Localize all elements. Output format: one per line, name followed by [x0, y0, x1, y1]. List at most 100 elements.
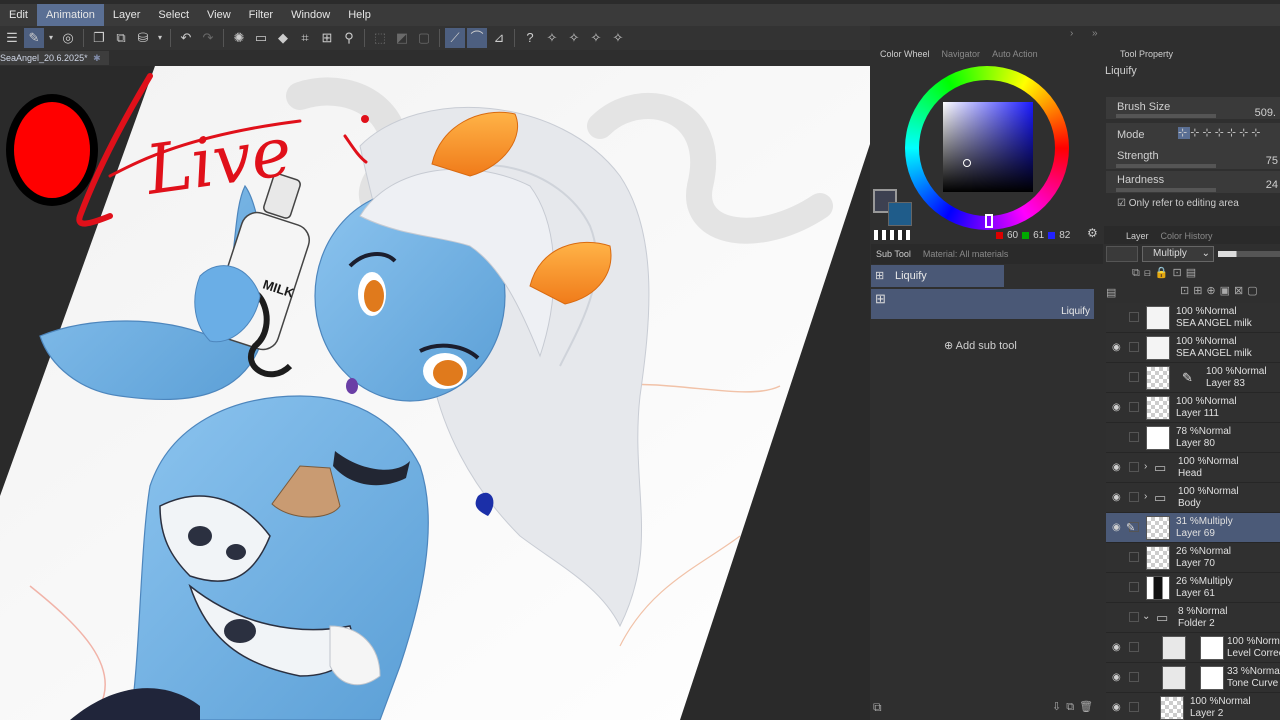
- visibility-eye-icon[interactable]: ◉: [1112, 522, 1124, 534]
- sub-color-swatch[interactable]: [888, 202, 912, 226]
- saturation-value-square[interactable]: [943, 102, 1033, 192]
- visibility-eye-icon[interactable]: ◉: [1112, 462, 1124, 474]
- hardness-slider[interactable]: [1116, 188, 1216, 192]
- tab-navigator[interactable]: Navigator: [942, 49, 981, 59]
- folder-expand-icon[interactable]: ›: [1144, 491, 1147, 502]
- menu-filter[interactable]: Filter: [240, 4, 282, 26]
- layer-lock-toggle[interactable]: [1129, 402, 1139, 412]
- layer-lock-toggle[interactable]: [1129, 312, 1139, 322]
- layer-lock-toggle[interactable]: [1129, 342, 1139, 352]
- deselect-icon[interactable]: ⬚: [370, 28, 390, 48]
- tab-tool-property[interactable]: Tool Property: [1120, 49, 1173, 59]
- menu-layer[interactable]: Layer: [104, 4, 150, 26]
- layer-lock-toggle[interactable]: [1129, 642, 1139, 652]
- layer-lock-toggle[interactable]: [1129, 612, 1139, 622]
- layer-row[interactable]: ◉ 100 %Normal Layer 2: [1106, 693, 1280, 720]
- layer-row[interactable]: 26 %Multiply Layer 61: [1106, 573, 1280, 603]
- layer-lock-toggle[interactable]: [1129, 492, 1139, 502]
- layer-row[interactable]: 100 %Normal SEA ANGEL milk: [1106, 303, 1280, 333]
- tab-layer[interactable]: Layer: [1126, 231, 1149, 241]
- visibility-eye-icon[interactable]: ◉: [1112, 702, 1124, 714]
- strength-slider[interactable]: [1116, 164, 1216, 168]
- layer-row[interactable]: ◉ › ▭ 100 %Normal Body: [1106, 483, 1280, 513]
- mode-icons[interactable]: ⊹⊹⊹⊹⊹⊹⊹: [1178, 126, 1264, 139]
- layer-panel-side-icon[interactable]: ▤: [1106, 286, 1116, 299]
- artwork-canvas[interactable]: MILK Live: [0, 66, 870, 720]
- sparkle-icon-2[interactable]: ✧: [564, 28, 584, 48]
- menu-animation[interactable]: Animation: [36, 4, 104, 26]
- brush-size-slider[interactable]: [1116, 114, 1216, 118]
- tab-material[interactable]: Material: All materials: [923, 249, 1009, 259]
- strength-row[interactable]: Strength 75: [1106, 147, 1280, 169]
- loading-icon[interactable]: ✺: [229, 28, 249, 48]
- help-icon[interactable]: ?: [520, 28, 540, 48]
- layer-property-icon[interactable]: [1106, 246, 1138, 262]
- subtool-group-liquify[interactable]: ⊞ Liquify: [871, 265, 1004, 287]
- subtool-bottom-icon[interactable]: ⧉: [873, 700, 882, 715]
- fill-bucket-icon[interactable]: ◆: [273, 28, 293, 48]
- transform-icon[interactable]: ⌗: [295, 28, 315, 48]
- layer-lock-toggle[interactable]: [1129, 702, 1139, 712]
- subtool-item-liquify[interactable]: ⊞ Liquify: [871, 289, 1094, 319]
- pen-tool-icon[interactable]: ✎: [24, 28, 44, 48]
- visibility-eye-icon[interactable]: ◉: [1112, 402, 1124, 414]
- copy-icon[interactable]: ⧉: [111, 28, 131, 48]
- undo-icon[interactable]: ↶: [176, 28, 196, 48]
- visibility-eye-icon[interactable]: [1112, 312, 1124, 324]
- selection-border-icon[interactable]: ▢: [414, 28, 434, 48]
- opacity-slider[interactable]: [1218, 251, 1280, 257]
- visibility-eye-icon[interactable]: ◉: [1112, 642, 1124, 654]
- visibility-eye-icon[interactable]: ◉: [1112, 492, 1124, 504]
- visibility-eye-icon[interactable]: [1112, 432, 1124, 444]
- hamburger-icon[interactable]: ☰: [2, 28, 22, 48]
- layer-row[interactable]: ◉ 31 %Multiply Layer 69 ✎: [1106, 513, 1280, 543]
- transparent-color-swatch[interactable]: [874, 230, 910, 240]
- menu-edit[interactable]: Edit: [0, 4, 37, 26]
- visibility-eye-icon[interactable]: [1112, 612, 1124, 624]
- clear-icon[interactable]: ▭: [251, 28, 271, 48]
- tab-auto-action[interactable]: Auto Action: [992, 49, 1038, 59]
- layer-row[interactable]: 78 %Normal Layer 80: [1106, 423, 1280, 453]
- free-transform-icon[interactable]: ⊞: [317, 28, 337, 48]
- double-arrow-icon[interactable]: »: [1092, 28, 1098, 39]
- canvas-area[interactable]: MILK Live: [0, 66, 870, 720]
- layer-row[interactable]: ⌄ ▭ 8 %Normal Folder 2: [1106, 603, 1280, 633]
- menu-help[interactable]: Help: [339, 4, 380, 26]
- menu-window[interactable]: Window: [282, 4, 339, 26]
- snap-ruler-icon[interactable]: ⟋: [445, 28, 465, 48]
- layer-mask-icon[interactable]: ◎: [58, 28, 78, 48]
- settings-icon[interactable]: ⚙: [1087, 226, 1098, 240]
- invert-selection-icon[interactable]: ◩: [392, 28, 412, 48]
- new-layer-icon[interactable]: ❐: [89, 28, 109, 48]
- layer-row[interactable]: ✎ 100 %Normal Layer 83: [1106, 363, 1280, 393]
- add-sub-tool-button[interactable]: ⊕ Add sub tool: [944, 339, 1017, 352]
- eyedropper-icon[interactable]: ⚲: [339, 28, 359, 48]
- document-tab[interactable]: SeaAngel_20.6.2025* ✱: [0, 51, 109, 65]
- layer-row[interactable]: 26 %Normal Layer 70: [1106, 543, 1280, 573]
- visibility-eye-icon[interactable]: [1112, 582, 1124, 594]
- folder-expand-icon[interactable]: ›: [1144, 461, 1147, 472]
- color-picker-cursor[interactable]: [963, 159, 971, 167]
- fill-icon[interactable]: ⛁: [133, 28, 153, 48]
- sparkle-icon-3[interactable]: ✧: [586, 28, 606, 48]
- snap-special-ruler-icon[interactable]: ⌒: [467, 28, 487, 48]
- layer-lock-toggle[interactable]: [1129, 552, 1139, 562]
- snap-grid-icon[interactable]: ⊿: [489, 28, 509, 48]
- layer-lock-toggle[interactable]: [1129, 582, 1139, 592]
- layer-row[interactable]: ◉ 100 %Normal SEA ANGEL milk: [1106, 333, 1280, 363]
- color-wheel[interactable]: [905, 66, 1069, 230]
- layer-lock-toggle[interactable]: [1129, 372, 1139, 382]
- folder-expand-icon[interactable]: ⌄: [1142, 611, 1150, 622]
- chevron-down-icon[interactable]: ▾: [46, 28, 56, 48]
- menu-select[interactable]: Select: [149, 4, 198, 26]
- redo-icon[interactable]: ↷: [198, 28, 218, 48]
- layer-row[interactable]: ◉ 33 %Norma Tone Curve: [1106, 663, 1280, 693]
- hardness-row[interactable]: Hardness 24: [1106, 171, 1280, 193]
- chevron-down-icon-2[interactable]: ▾: [155, 28, 165, 48]
- close-icon[interactable]: ✱: [93, 53, 101, 63]
- tab-sub-tool[interactable]: Sub Tool: [876, 249, 911, 259]
- sparkle-icon-4[interactable]: ✧: [608, 28, 628, 48]
- blend-mode-select[interactable]: Multiply ⌄: [1142, 246, 1214, 262]
- tab-color-wheel[interactable]: Color Wheel: [880, 49, 930, 59]
- visibility-eye-icon[interactable]: ◉: [1112, 342, 1124, 354]
